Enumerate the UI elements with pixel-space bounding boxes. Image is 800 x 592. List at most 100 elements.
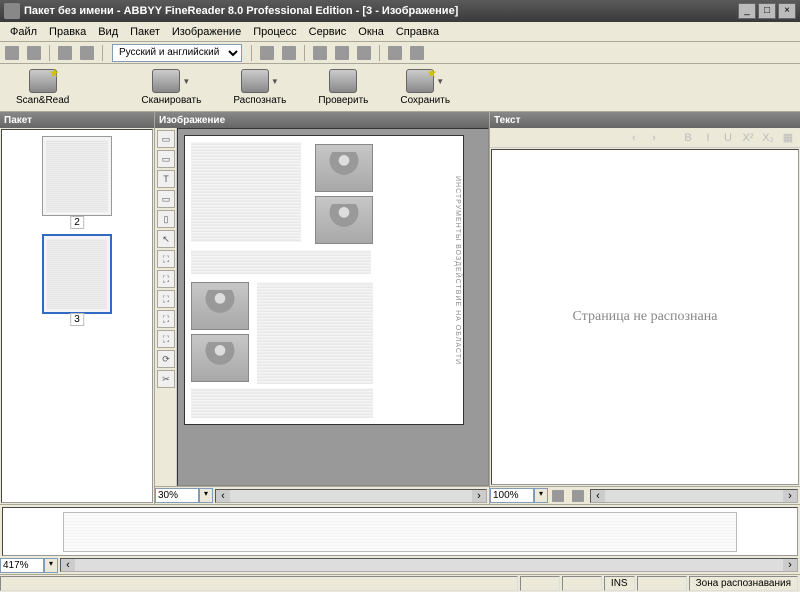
tool-block[interactable]: ▭ bbox=[157, 130, 175, 148]
menu-view[interactable]: Вид bbox=[92, 24, 124, 40]
image-header: Изображение bbox=[155, 112, 489, 128]
tool-help[interactable] bbox=[385, 44, 405, 62]
tool-open[interactable] bbox=[2, 44, 22, 62]
table-icon[interactable]: ▦ bbox=[780, 130, 796, 146]
photo-block bbox=[315, 196, 373, 244]
batch-body[interactable]: 2 3 bbox=[1, 129, 153, 503]
tool-rotate[interactable]: ⟳ bbox=[157, 350, 175, 368]
check-button[interactable]: Проверить bbox=[312, 67, 374, 108]
text-view-mode-2[interactable] bbox=[568, 487, 588, 505]
dropdown-arrow-icon: ▼ bbox=[436, 77, 444, 86]
menu-bar: Файл Правка Вид Пакет Изображение Процес… bbox=[0, 22, 800, 42]
tool-dict[interactable] bbox=[407, 44, 427, 62]
menu-file[interactable]: Файл bbox=[4, 24, 43, 40]
zoom-h-scrollbar[interactable] bbox=[60, 558, 798, 572]
image-panel: Изображение ▭ ▭ T ▭ ▯ ↖ ⛶ ⛶ ⛶ ⛶ ⛶ ⟳ ✂ bbox=[155, 112, 490, 504]
image-h-scrollbar[interactable] bbox=[215, 489, 487, 503]
menu-image[interactable]: Изображение bbox=[166, 24, 247, 40]
bold-icon[interactable]: B bbox=[680, 130, 696, 146]
tool-undo[interactable] bbox=[55, 44, 75, 62]
page-thumbnail-3[interactable]: 3 bbox=[42, 234, 112, 314]
status-extra bbox=[637, 576, 687, 591]
page-view: ИНСТРУМЕНТЫ ВОЗДЕЙСТВИЕ НА ОБЛАСТИ bbox=[184, 135, 464, 425]
maximize-button[interactable]: □ bbox=[758, 3, 776, 19]
tool-crop[interactable]: ✂ bbox=[157, 370, 175, 388]
tool-merge[interactable]: ⛶ bbox=[157, 330, 175, 348]
recognize-button[interactable]: ▼ Распознать bbox=[227, 67, 292, 108]
dropdown-arrow-icon[interactable]: ▾ bbox=[199, 488, 213, 503]
menu-windows[interactable]: Окна bbox=[352, 24, 390, 40]
tool-image[interactable]: ▯ bbox=[157, 210, 175, 228]
tool-rect[interactable]: ▭ bbox=[157, 150, 175, 168]
italic-icon[interactable]: I bbox=[700, 130, 716, 146]
text-toolbar: ‹ › B I U X² X₂ ▦ bbox=[490, 128, 800, 148]
tool-layout3[interactable] bbox=[354, 44, 374, 62]
thumbnail-preview bbox=[47, 239, 107, 309]
window-title: Пакет без имени - ABBYY FineReader 8.0 P… bbox=[24, 5, 738, 17]
text-block bbox=[191, 250, 371, 274]
menu-process[interactable]: Процесс bbox=[247, 24, 302, 40]
scan-button[interactable]: ▼ Сканировать bbox=[135, 67, 207, 108]
next-icon[interactable]: › bbox=[646, 130, 662, 146]
zoom-panel: ▾ bbox=[0, 504, 800, 574]
text-zoom-input[interactable] bbox=[490, 488, 534, 503]
language-select[interactable]: Русский и английский bbox=[112, 44, 242, 62]
thumbnail-label: 3 bbox=[70, 313, 84, 326]
text-block bbox=[191, 142, 301, 242]
menu-batch[interactable]: Пакет bbox=[124, 24, 166, 40]
tool-split-h[interactable]: ⛶ bbox=[157, 290, 175, 308]
app-icon bbox=[4, 3, 20, 19]
status-ins: INS bbox=[604, 576, 635, 591]
image-zoom-input[interactable] bbox=[155, 488, 199, 503]
menu-help[interactable]: Справка bbox=[390, 24, 445, 40]
text-body[interactable]: Страница не распознана bbox=[491, 149, 799, 485]
menu-edit[interactable]: Правка bbox=[43, 24, 92, 40]
image-canvas[interactable]: ИНСТРУМЕНТЫ ВОЗДЕЙСТВИЕ НА ОБЛАСТИ bbox=[177, 128, 489, 486]
superscript-icon[interactable]: X² bbox=[740, 130, 756, 146]
page-thumbnail-2[interactable]: 2 bbox=[42, 136, 112, 216]
tool-split-v[interactable]: ⛶ bbox=[157, 310, 175, 328]
text-h-scrollbar[interactable] bbox=[590, 489, 798, 503]
status-num bbox=[562, 576, 602, 591]
text-placeholder: Страница не распознана bbox=[573, 309, 718, 325]
tool-view2[interactable] bbox=[279, 44, 299, 62]
scan-read-icon bbox=[29, 69, 57, 93]
image-body: ▭ ▭ T ▭ ▯ ↖ ⛶ ⛶ ⛶ ⛶ ⛶ ⟳ ✂ bbox=[155, 128, 489, 486]
text-block bbox=[257, 282, 373, 384]
tool-remove[interactable]: ⛶ bbox=[157, 270, 175, 288]
dropdown-arrow-icon[interactable]: ▾ bbox=[44, 558, 58, 573]
dropdown-arrow-icon: ▼ bbox=[182, 77, 190, 86]
prev-icon[interactable]: ‹ bbox=[626, 130, 642, 146]
text-zoom-row: ▾ bbox=[490, 486, 800, 504]
subscript-icon[interactable]: X₂ bbox=[760, 130, 776, 146]
minimize-button[interactable]: _ bbox=[738, 3, 756, 19]
thumbnail-preview bbox=[46, 140, 108, 212]
zoom-canvas[interactable] bbox=[2, 507, 798, 556]
save-label: Сохранить bbox=[400, 95, 450, 106]
tool-view1[interactable] bbox=[257, 44, 277, 62]
tool-layout1[interactable] bbox=[310, 44, 330, 62]
zoom-input[interactable] bbox=[0, 558, 44, 573]
save-icon bbox=[406, 69, 434, 93]
dropdown-arrow-icon[interactable]: ▾ bbox=[534, 488, 548, 503]
close-button[interactable]: × bbox=[778, 3, 796, 19]
save-button[interactable]: ▼ Сохранить bbox=[394, 67, 456, 108]
recognize-icon bbox=[241, 69, 269, 93]
tool-text[interactable]: T bbox=[157, 170, 175, 188]
underline-icon[interactable]: U bbox=[720, 130, 736, 146]
dropdown-arrow-icon: ▼ bbox=[271, 77, 279, 86]
tool-layout2[interactable] bbox=[332, 44, 352, 62]
scan-read-button[interactable]: Scan&Read bbox=[10, 67, 75, 108]
tool-pointer[interactable]: ↖ bbox=[157, 230, 175, 248]
text-view-mode-1[interactable] bbox=[548, 487, 568, 505]
tool-add[interactable]: ⛶ bbox=[157, 250, 175, 268]
scan-label: Сканировать bbox=[141, 95, 201, 106]
text-block bbox=[191, 388, 373, 418]
tool-save[interactable] bbox=[24, 44, 44, 62]
tool-redo[interactable] bbox=[77, 44, 97, 62]
scanner-icon bbox=[152, 69, 180, 93]
standard-toolbar: Русский и английский bbox=[0, 42, 800, 64]
separator bbox=[304, 45, 305, 61]
menu-service[interactable]: Сервис bbox=[303, 24, 353, 40]
tool-table[interactable]: ▭ bbox=[157, 190, 175, 208]
